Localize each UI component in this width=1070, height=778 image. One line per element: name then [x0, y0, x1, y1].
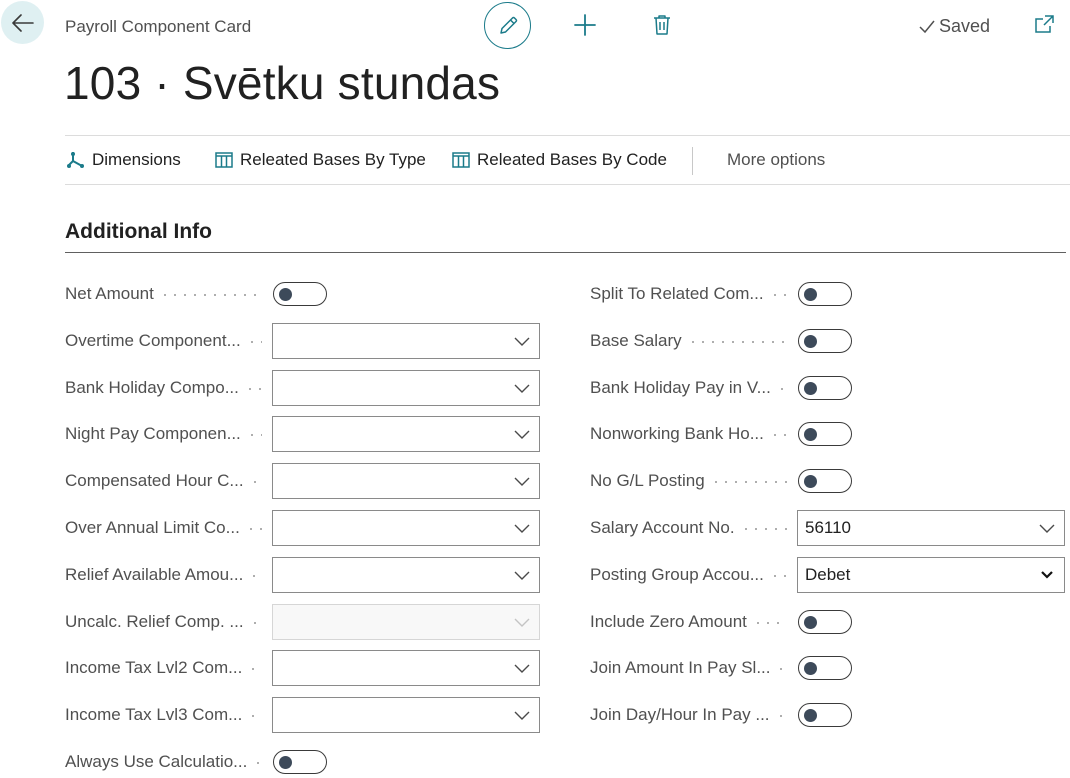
pencil-icon: [499, 16, 517, 34]
action-separator: [692, 147, 693, 175]
toggle-base-salary[interactable]: [798, 329, 852, 353]
delete-button[interactable]: [650, 12, 674, 38]
breadcrumb: Payroll Component Card: [65, 17, 252, 36]
leader-dots: [776, 715, 787, 717]
toggle-join-amount-in-pay-sl[interactable]: [798, 656, 852, 680]
table-icon: [452, 151, 470, 169]
leader-dots: [770, 294, 787, 296]
leader-dots: [776, 668, 787, 670]
related-bases-by-type-action[interactable]: Releated Bases By Type: [215, 150, 426, 170]
field-label: Split To Related Com...: [590, 284, 764, 303]
field-label: Join Day/Hour In Pay ...: [590, 705, 770, 724]
checkmark-icon: [919, 20, 935, 33]
action-label: More options: [727, 150, 826, 169]
action-bar: Dimensions Releated Bases By Type Releat…: [65, 135, 1070, 185]
toggle-join-day-hour-in-pay[interactable]: [798, 703, 852, 727]
field-label: Bank Holiday Pay in V...: [590, 378, 771, 397]
field-row-base-salary: Base Salary: [0, 323, 1070, 359]
toggle-knob: [804, 382, 817, 395]
field-value: 56110: [805, 518, 852, 537]
field-row-join-day-hour-in-pay: Join Day/Hour In Pay ...: [0, 697, 1070, 733]
select-posting-group-accou[interactable]: Debet: [797, 557, 1065, 593]
field-label: Posting Group Accou...: [590, 565, 764, 584]
toggle-knob: [279, 756, 292, 769]
leader-dots: [770, 575, 787, 577]
toggle-knob: [804, 475, 817, 488]
toggle-knob: [804, 662, 817, 675]
toggle-split-to-related-com[interactable]: [798, 282, 852, 306]
leader-dots: [770, 434, 787, 436]
field-row-include-zero-amount: Include Zero Amount: [0, 604, 1070, 640]
field-label: Include Zero Amount: [590, 612, 747, 631]
chevron-down-icon: [1039, 524, 1055, 533]
field-value: Debet: [805, 565, 851, 584]
toggle-knob: [804, 616, 817, 629]
more-options-button[interactable]: More options: [727, 150, 825, 170]
section-divider: [65, 252, 1066, 253]
dimensions-action[interactable]: Dimensions: [67, 150, 181, 170]
back-button[interactable]: [1, 1, 44, 44]
field-row-bank-holiday-pay-in-v: Bank Holiday Pay in V...: [0, 370, 1070, 406]
toggle-always-use-calculatio[interactable]: [273, 750, 327, 774]
action-label: Releated Bases By Code: [477, 150, 667, 169]
saved-label: Saved: [939, 16, 991, 36]
leader-dots: [253, 762, 262, 764]
field-row-nonworking-bank-ho: Nonworking Bank Ho...: [0, 416, 1070, 452]
field-row-no-g-l-posting: No G/L Posting: [0, 463, 1070, 499]
toggle-bank-holiday-pay-in-v[interactable]: [798, 376, 852, 400]
edit-button[interactable]: [484, 2, 531, 49]
plus-icon: [574, 14, 596, 36]
arrow-left-icon: [11, 13, 34, 32]
popout-icon: [1035, 15, 1054, 33]
leader-dots: [753, 622, 787, 624]
field-label: Nonworking Bank Ho...: [590, 424, 764, 443]
page-title: 103 · Svētku stundas: [64, 57, 501, 109]
new-button[interactable]: [572, 12, 598, 38]
field-label: Base Salary: [590, 331, 682, 350]
toggle-knob: [804, 335, 817, 348]
action-label: Dimensions: [92, 150, 181, 169]
field-row-split-to-related-com: Split To Related Com...: [0, 276, 1070, 312]
toggle-nonworking-bank-ho[interactable]: [798, 422, 852, 446]
toggle-include-zero-amount[interactable]: [798, 610, 852, 634]
trash-icon: [654, 15, 670, 35]
saved-status: Saved: [918, 16, 990, 37]
action-label: Releated Bases By Type: [240, 150, 426, 169]
toggle-no-g-l-posting[interactable]: [798, 469, 852, 493]
field-row-salary-account-no: Salary Account No. 56110: [0, 510, 1070, 546]
field-row-posting-group-accou: Posting Group Accou... Debet: [0, 557, 1070, 593]
field-row-always-use-calculatio: Always Use Calculatio...: [0, 744, 1070, 778]
leader-dots: [688, 341, 787, 343]
chevron-down-icon: [1041, 571, 1053, 579]
table-icon: [215, 151, 233, 169]
field-label: Join Amount In Pay Sl...: [590, 658, 771, 677]
leader-dots: [741, 528, 787, 530]
dimensions-icon: [67, 151, 85, 169]
leader-dots: [777, 388, 787, 390]
toggle-knob: [804, 428, 817, 441]
field-row-join-amount-in-pay-sl: Join Amount In Pay Sl...: [0, 650, 1070, 686]
field-label: Always Use Calculatio...: [65, 752, 248, 771]
toggle-knob: [804, 709, 817, 722]
open-in-new-window-button[interactable]: [1033, 14, 1055, 36]
field-label: Salary Account No.: [590, 518, 735, 537]
toggle-knob: [804, 288, 817, 301]
section-title: Additional Info: [65, 220, 212, 243]
leader-dots: [711, 481, 787, 483]
field-label: No G/L Posting: [590, 471, 705, 490]
related-bases-by-code-action[interactable]: Releated Bases By Code: [452, 150, 667, 170]
lookup-field-salary-account-no[interactable]: 56110: [797, 510, 1065, 546]
